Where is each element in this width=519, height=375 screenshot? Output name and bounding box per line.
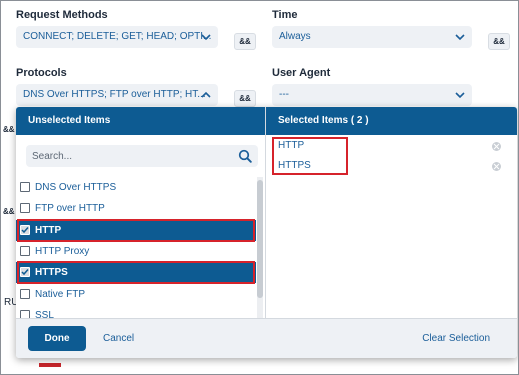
- list-item-label: HTTP Proxy: [35, 246, 90, 257]
- search-box: [26, 145, 258, 167]
- chevron-up-icon: [201, 90, 211, 100]
- search-input[interactable]: [26, 145, 226, 167]
- time-label: Time: [272, 9, 298, 21]
- user-agent-select[interactable]: ---: [272, 84, 472, 106]
- remove-icon[interactable]: [492, 142, 501, 151]
- user-agent-label: User Agent: [272, 67, 331, 79]
- and-fragment: &&: [3, 207, 15, 216]
- request-methods-label: Request Methods: [16, 9, 108, 21]
- list-item[interactable]: FTP over HTTP: [16, 198, 256, 219]
- cancel-button[interactable]: Cancel: [103, 326, 134, 351]
- remove-icon[interactable]: [492, 162, 501, 171]
- list-item[interactable]: Native FTP: [16, 284, 256, 305]
- button-fragment: [39, 363, 61, 367]
- checkbox[interactable]: [20, 310, 30, 318]
- scrollbar[interactable]: [257, 177, 263, 318]
- app-window: Request Methods CONNECT; DELETE; GET; HE…: [0, 0, 519, 375]
- time-and-button[interactable]: &&: [488, 33, 510, 50]
- request-methods-value: CONNECT; DELETE; GET; HEAD; OPTI...: [23, 31, 212, 42]
- request-methods-select[interactable]: CONNECT; DELETE; GET; HEAD; OPTI...: [16, 26, 218, 48]
- list-item-label: SSL: [35, 310, 54, 318]
- protocols-select[interactable]: DNS Over HTTPS; FTP over HTTP; HT...: [16, 84, 218, 106]
- chevron-down-icon: [455, 90, 465, 100]
- protocols-dropdown-panel: Unselected Items Selected Items ( 2 ) DN…: [16, 107, 517, 358]
- selected-items-header: Selected Items ( 2 ): [266, 107, 517, 135]
- list-item-label: Native FTP: [35, 289, 86, 300]
- done-button[interactable]: Done: [28, 326, 86, 351]
- checkbox[interactable]: [20, 289, 30, 299]
- dropdown-footer: Done Cancel Clear Selection: [16, 318, 517, 358]
- list-item-label: FTP over HTTP: [35, 203, 105, 214]
- protocols-label: Protocols: [16, 67, 67, 79]
- unselected-items-header: Unselected Items: [16, 107, 265, 135]
- list-item[interactable]: DNS Over HTTPS: [16, 177, 256, 198]
- list-item-label: DNS Over HTTPS: [35, 182, 117, 193]
- time-value: Always: [279, 31, 311, 42]
- checkbox[interactable]: [20, 203, 30, 213]
- list-item[interactable]: HTTP Proxy: [16, 241, 256, 262]
- and-fragment: &&: [3, 125, 15, 134]
- highlight-box: [17, 261, 255, 284]
- checkbox[interactable]: [20, 182, 30, 192]
- time-select[interactable]: Always: [272, 26, 472, 48]
- protocols-and-button[interactable]: &&: [234, 90, 256, 107]
- chevron-down-icon: [201, 32, 211, 42]
- checkbox[interactable]: [20, 246, 30, 256]
- chevron-down-icon: [455, 32, 465, 42]
- scrollbar-thumb[interactable]: [257, 180, 263, 298]
- unselected-items-list: DNS Over HTTPS FTP over HTTP HTTP HTTP P…: [16, 177, 256, 318]
- highlight-box: [272, 137, 348, 175]
- request-methods-and-button[interactable]: &&: [234, 33, 256, 50]
- column-divider: [265, 107, 266, 318]
- search-icon[interactable]: [238, 149, 252, 163]
- user-agent-value: ---: [279, 89, 289, 100]
- clear-selection-button[interactable]: Clear Selection: [422, 326, 490, 351]
- protocols-value: DNS Over HTTPS; FTP over HTTP; HT...: [23, 89, 206, 100]
- highlight-box: [17, 219, 255, 242]
- list-item[interactable]: SSL: [16, 305, 256, 318]
